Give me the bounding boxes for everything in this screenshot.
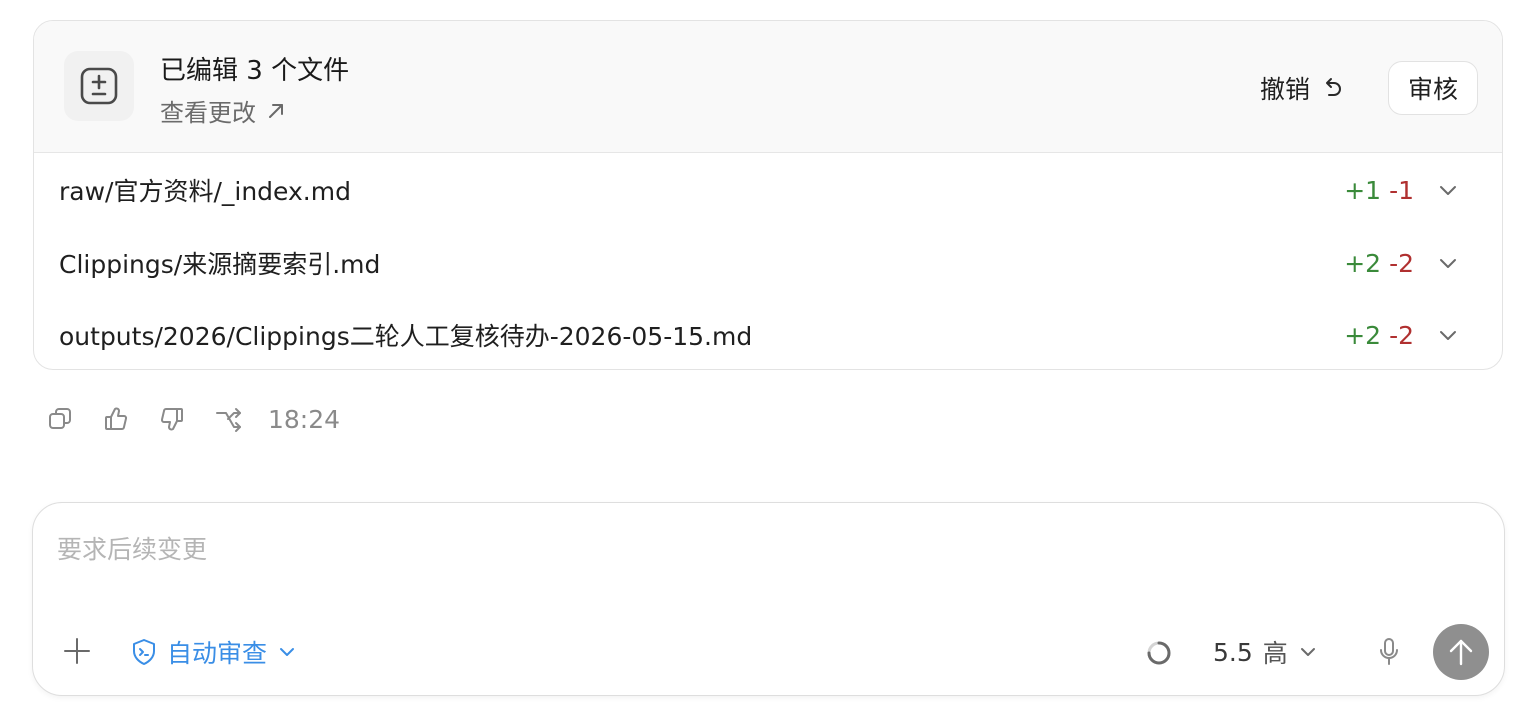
composer: 自动审查 5.5 高 xyxy=(32,502,1505,696)
reasoning-level: 高 xyxy=(1262,639,1288,668)
file-path: outputs/2026/Clippings二轮人工复核待办-2026-05-1… xyxy=(59,322,753,351)
shield-terminal-icon xyxy=(133,639,155,665)
diff-stats: +1 -1 xyxy=(1344,176,1414,205)
diff-stats: +2 -2 xyxy=(1344,321,1414,350)
changes-title: 已编辑 3 个文件 xyxy=(160,56,350,86)
lines-removed: -2 xyxy=(1389,320,1414,350)
lines-added: +2 xyxy=(1344,248,1382,278)
file-list: raw/官方资料/_index.md +1 -1 Clippings/来源摘要索… xyxy=(34,153,1502,369)
chevron-down-icon xyxy=(280,648,295,656)
copy-icon[interactable] xyxy=(44,403,76,435)
arrow-up-icon xyxy=(1449,639,1473,666)
diff-icon xyxy=(64,51,134,121)
chevron-down-icon[interactable] xyxy=(1436,251,1460,275)
voice-input-button[interactable] xyxy=(1371,634,1407,670)
microphone-icon xyxy=(1380,638,1398,665)
thumbs-up-icon[interactable] xyxy=(100,403,132,435)
undo-icon xyxy=(1326,78,1342,96)
model-version: 5.5 xyxy=(1213,637,1253,667)
view-changes-link[interactable]: 查看更改 xyxy=(160,93,286,128)
auto-review-label: 自动审查 xyxy=(167,639,268,668)
send-button[interactable] xyxy=(1433,624,1489,680)
undo-button[interactable]: 撤销 xyxy=(1260,68,1344,108)
file-row[interactable]: outputs/2026/Clippings二轮人工复核待办-2026-05-1… xyxy=(34,299,1502,369)
loading-spinner-icon xyxy=(1147,641,1171,665)
thumbs-down-icon[interactable] xyxy=(156,403,188,435)
chevron-down-icon xyxy=(1300,648,1315,656)
file-row[interactable]: Clippings/来源摘要索引.md +2 -2 xyxy=(34,227,1502,299)
arrow-up-right-icon xyxy=(269,103,283,118)
file-row[interactable]: raw/官方资料/_index.md +1 -1 xyxy=(34,153,1502,227)
lines-added: +1 xyxy=(1344,175,1382,205)
model-selector[interactable]: 5.5 高 xyxy=(1213,634,1318,670)
file-path: raw/官方资料/_index.md xyxy=(59,177,351,206)
message-timestamp: 18:24 xyxy=(268,404,341,434)
changes-header: 已编辑 3 个文件 查看更改 撤销 审核 xyxy=(34,21,1502,153)
plus-icon xyxy=(64,638,90,664)
lines-removed: -2 xyxy=(1389,248,1414,278)
auto-review-dropdown[interactable]: 自动审查 xyxy=(131,634,297,670)
message-actions: 18:24 xyxy=(44,400,340,438)
view-changes-label: 查看更改 xyxy=(160,99,256,127)
lines-added: +2 xyxy=(1344,320,1382,350)
file-path: Clippings/来源摘要索引.md xyxy=(59,250,381,279)
review-button[interactable]: 审核 xyxy=(1388,61,1478,115)
lines-removed: -1 xyxy=(1389,175,1414,205)
chevron-down-icon[interactable] xyxy=(1436,323,1460,347)
add-attachment-button[interactable] xyxy=(59,633,95,669)
undo-label: 撤销 xyxy=(1260,75,1311,104)
fork-icon[interactable] xyxy=(212,403,244,435)
changes-card: 已编辑 3 个文件 查看更改 撤销 审核 raw/官方资料/_index.md … xyxy=(33,20,1503,370)
diff-stats: +2 -2 xyxy=(1344,249,1414,278)
follow-up-input[interactable] xyxy=(57,529,1357,569)
chevron-down-icon[interactable] xyxy=(1436,178,1460,202)
